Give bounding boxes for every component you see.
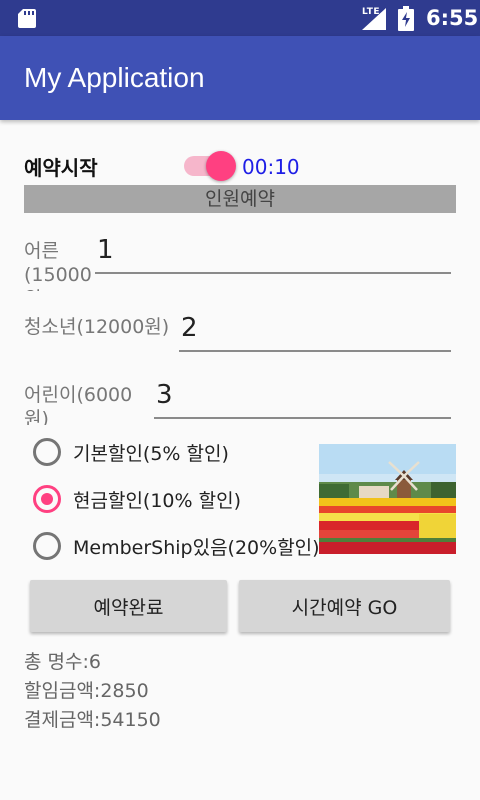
radio-unchecked-icon: [33, 438, 61, 466]
time-reservation-go-button[interactable]: 시간예약 GO: [239, 580, 450, 632]
radio-cash-discount[interactable]: 현금할인(10% 할인): [33, 483, 241, 515]
adult-label: 어른(15000원): [24, 240, 92, 291]
reservation-start-label: 예약시작: [24, 156, 98, 180]
timer-display: 00:10: [242, 155, 300, 179]
teen-count-input[interactable]: [179, 310, 451, 352]
sd-card-icon: [18, 9, 36, 28]
radio-unchecked-icon: [33, 532, 61, 560]
child-label: 어린이(6000원): [24, 384, 133, 425]
total-people-text: 총 명수:6: [24, 651, 101, 673]
section-header: 인원예약: [24, 185, 456, 213]
radio-basic-discount[interactable]: 기본할인(5% 할인): [33, 436, 229, 468]
radio-label: MemberShip있음(20%할인): [73, 536, 320, 559]
payment-amount-text: 결제금액:54150: [24, 709, 161, 731]
status-bar: LTE 6:55: [0, 0, 480, 36]
reservation-switch[interactable]: [184, 149, 238, 181]
radio-label: 기본할인(5% 할인): [73, 442, 229, 465]
radio-label: 현금할인(10% 할인): [73, 489, 241, 512]
app-title: My Application: [24, 62, 205, 93]
reservation-complete-button[interactable]: 예약완료: [30, 580, 227, 632]
switch-thumb: [206, 151, 236, 181]
signal-icon: [362, 8, 386, 30]
battery-icon: [398, 6, 414, 31]
tulip-windmill-photo: [319, 444, 456, 554]
app-bar: My Application: [0, 36, 480, 120]
adult-count-input[interactable]: [95, 232, 451, 274]
child-count-input[interactable]: [154, 377, 451, 419]
radio-checked-icon: [33, 485, 61, 513]
radio-membership-discount[interactable]: MemberShip있음(20%할인): [33, 530, 320, 562]
clock: 6:55: [426, 6, 479, 30]
teen-label: 청소년(12000원): [24, 316, 170, 338]
discount-amount-text: 할임금액:2850: [24, 680, 149, 702]
